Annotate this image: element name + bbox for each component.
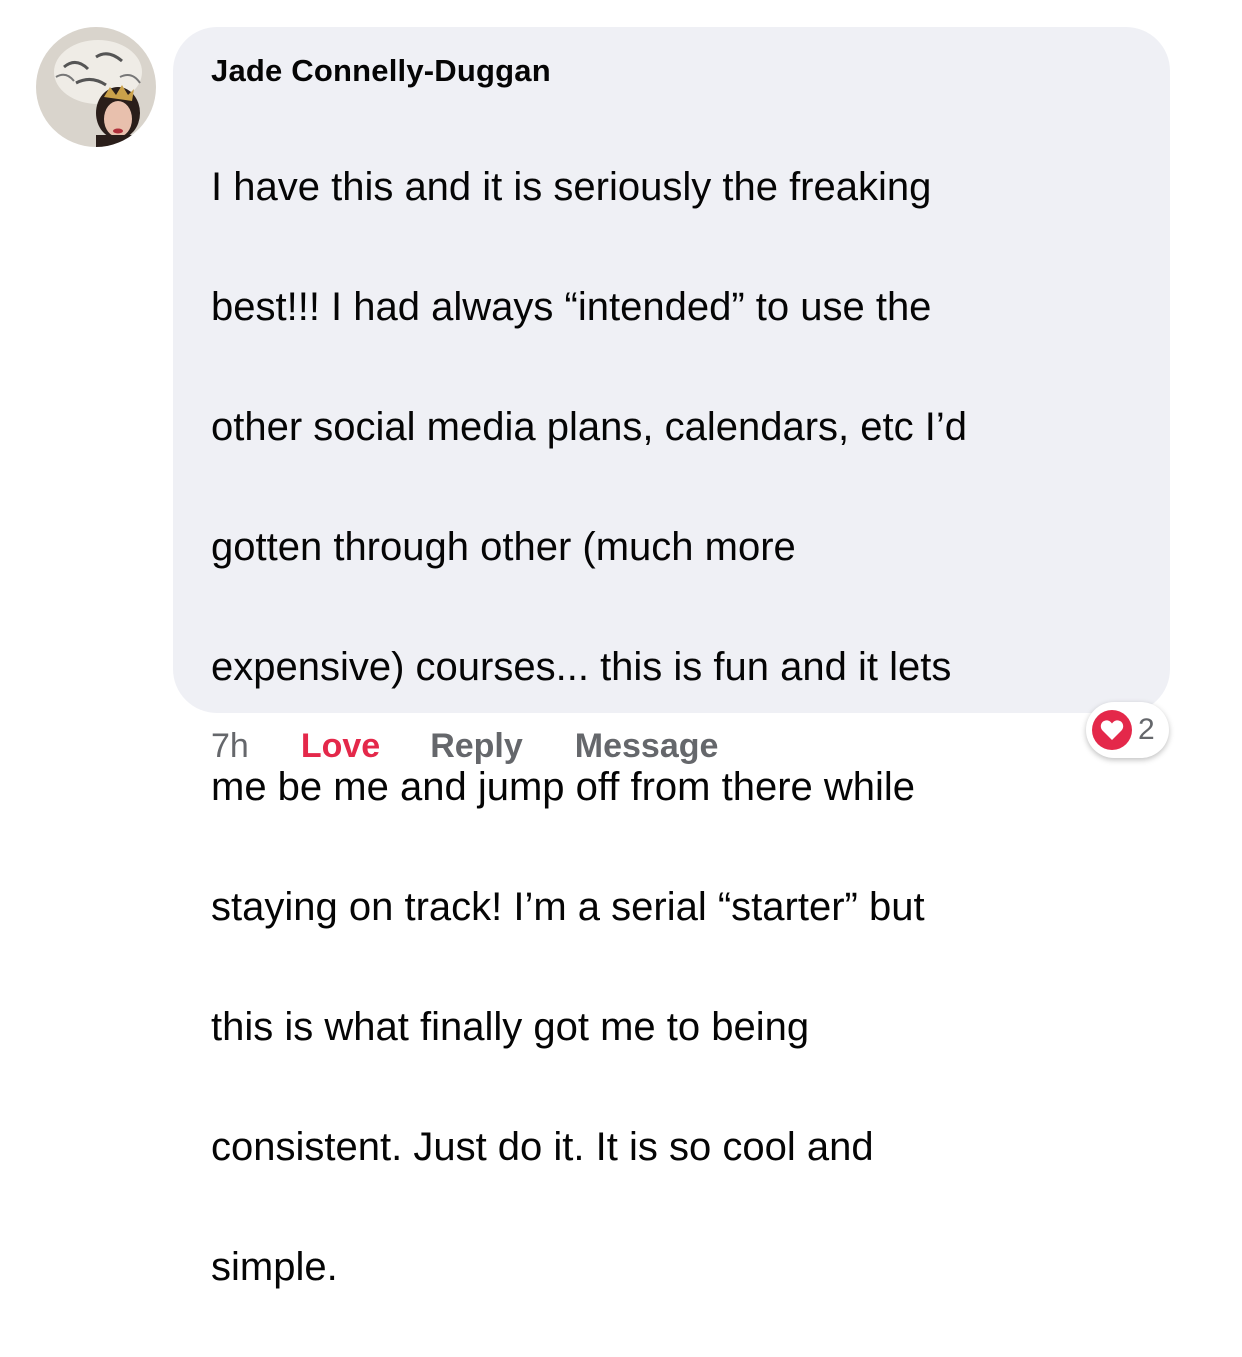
comment-line: expensive) courses... this is fun and it… xyxy=(211,645,952,689)
comment-line: other social media plans, calendars, etc… xyxy=(211,405,967,449)
comment-actions: 7h Love Reply Message xyxy=(211,722,718,770)
avatar-image xyxy=(36,27,156,147)
message-button[interactable]: Message xyxy=(575,727,719,766)
heart-icon xyxy=(1092,710,1132,750)
comment-line: best!!! I had always “intended” to use t… xyxy=(211,285,932,329)
reaction-count: 2 xyxy=(1138,713,1155,746)
comment-line: staying on track! I’m a serial “starter”… xyxy=(211,885,925,929)
comment-line: consistent. Just do it. It is so cool an… xyxy=(211,1125,874,1169)
love-button[interactable]: Love xyxy=(301,727,380,766)
comment-line: this is what finally got me to being xyxy=(211,1005,810,1049)
comment-bubble: Jade Connelly-Duggan I have this and it … xyxy=(173,27,1170,1289)
comment-line: I have this and it is seriously the frea… xyxy=(211,165,932,209)
comment-timestamp[interactable]: 7h xyxy=(211,727,249,766)
reaction-summary[interactable]: 2 xyxy=(1086,702,1169,758)
comment-author[interactable]: Jade Connelly-Duggan xyxy=(211,53,1146,89)
comment-line: simple. xyxy=(211,1245,338,1289)
avatar[interactable] xyxy=(36,27,156,147)
reply-button[interactable]: Reply xyxy=(430,727,523,766)
comment-line: gotten through other (much more xyxy=(211,525,796,569)
